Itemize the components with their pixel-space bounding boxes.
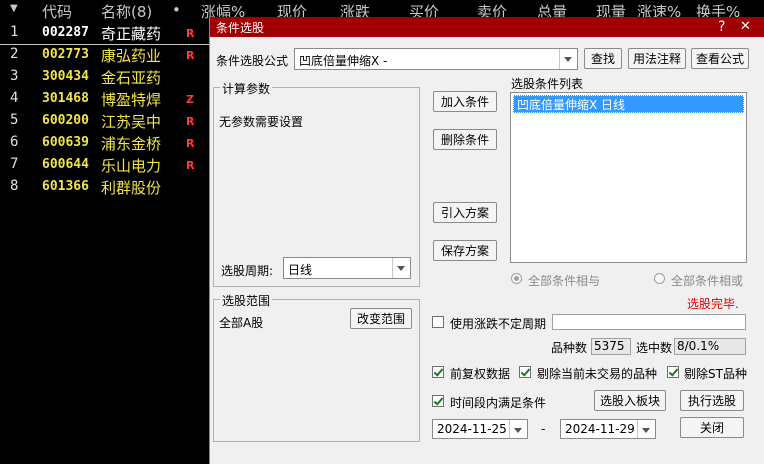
delete-condition-button[interactable]: 删除条件 — [433, 129, 497, 150]
range-group-title: 选股范围 — [220, 292, 273, 309]
view-formula-button[interactable]: 查看公式 — [691, 48, 749, 69]
variety-count-label: 品种数 — [551, 341, 588, 355]
period-select[interactable]: 日线 — [283, 257, 411, 279]
dialog-title-bar[interactable]: 条件选股 ? ✕ — [210, 17, 764, 37]
table-row[interactable]: 7 600644 乐山电力 R — [0, 154, 210, 176]
table-row[interactable]: 2 002773 康弘药业 R — [0, 44, 210, 66]
search-button[interactable]: 查找 — [584, 48, 622, 69]
execute-button[interactable]: 执行选股 — [680, 390, 744, 411]
help-icon[interactable]: ? — [718, 18, 725, 36]
chevron-down-icon[interactable] — [559, 49, 577, 69]
exclude-st-label: 剔除ST品种 — [684, 367, 747, 381]
adjusted-data-label: 前复权数据 — [450, 367, 511, 381]
formula-label: 条件选股公式 — [216, 54, 289, 68]
date-separator: - — [541, 422, 546, 436]
flag-badge: R — [186, 49, 195, 62]
flag-badge: R — [186, 27, 195, 40]
condition-stock-picker-dialog: 条件选股 ? ✕ 条件选股公式 凹底倍量伸缩X - 查找 用法注释 查看公式 计… — [210, 17, 764, 464]
uncertain-period-label: 使用涨跌不定周期 — [450, 317, 547, 331]
exclude-untraded-label: 剔除当前未交易的品种 — [537, 367, 658, 381]
radio-and-label: 全部条件相与 — [528, 274, 601, 288]
radio-or-label: 全部条件相或 — [671, 274, 744, 288]
col-name[interactable]: 名称(8) — [101, 1, 152, 22]
uncertain-period-field[interactable] — [552, 314, 746, 330]
table-row[interactable]: 8 601366 利群股份 — [0, 176, 210, 198]
import-plan-button[interactable]: 引入方案 — [433, 202, 497, 223]
table-row[interactable]: 4 301468 博盈特焊 Z — [0, 88, 210, 110]
conditions-list-label: 选股条件列表 — [511, 77, 584, 91]
dialog-title: 条件选股 — [216, 21, 265, 35]
conditions-list[interactable]: 凹底倍量伸缩X 日线 — [510, 92, 747, 263]
table-row[interactable]: 6 600639 浦东金桥 R — [0, 132, 210, 154]
table-row[interactable]: 5 600200 江苏吴中 R — [0, 110, 210, 132]
flag-badge: R — [186, 115, 195, 128]
list-item[interactable]: 凹底倍量伸缩X 日线 — [513, 95, 744, 113]
save-plan-button[interactable]: 保存方案 — [433, 240, 497, 261]
table-row[interactable]: 3 300434 金石亚药 — [0, 66, 210, 88]
close-button[interactable]: 关闭 — [680, 417, 744, 438]
selected-count-label: 选中数 — [636, 341, 673, 355]
radio-and[interactable] — [511, 273, 522, 284]
params-group-title: 计算参数 — [220, 80, 273, 97]
formula-select[interactable]: 凹底倍量伸缩X - — [294, 48, 578, 70]
variety-count: 5375 — [591, 338, 631, 355]
menu-triangle-icon[interactable]: ▼ — [10, 3, 18, 14]
change-range-button[interactable]: 改变范围 — [350, 308, 412, 329]
range-value: 全部A股 — [219, 316, 264, 330]
usage-note-button[interactable]: 用法注释 — [628, 48, 686, 69]
flag-badge: Z — [186, 93, 194, 106]
flag-badge: R — [186, 159, 195, 172]
col-dot[interactable]: • — [172, 1, 181, 19]
range-group: 选股范围 全部A股 改变范围 — [213, 292, 420, 442]
params-group: 计算参数 无参数需要设置 选股周期: 日线 — [213, 80, 420, 287]
selected-count: 8/0.1% — [674, 338, 746, 355]
date-to-picker[interactable]: 2024-11-29 — [560, 419, 656, 439]
adjusted-data-checkbox[interactable] — [432, 366, 444, 378]
col-code[interactable]: 代码 — [42, 1, 72, 22]
exclude-untraded-checkbox[interactable] — [519, 366, 531, 378]
add-condition-button[interactable]: 加入条件 — [433, 91, 497, 112]
chevron-down-icon[interactable] — [392, 258, 410, 278]
params-message: 无参数需要设置 — [219, 115, 304, 129]
status-text: 选股完毕. — [687, 297, 739, 311]
uncertain-period-checkbox[interactable] — [432, 316, 444, 328]
period-label: 选股周期: — [221, 264, 274, 278]
radio-or[interactable] — [654, 273, 665, 284]
date-from-picker[interactable]: 2024-11-25 — [432, 419, 528, 439]
flag-badge: R — [186, 137, 195, 150]
exclude-st-checkbox[interactable] — [667, 366, 679, 378]
chevron-down-icon[interactable] — [509, 420, 527, 438]
chevron-down-icon[interactable] — [637, 420, 655, 438]
time-range-checkbox[interactable] — [432, 395, 444, 407]
time-range-label: 时间段内满足条件 — [450, 396, 547, 410]
to-block-button[interactable]: 选股入板块 — [594, 390, 666, 411]
table-row[interactable]: 1 002287 奇正藏药 R — [0, 22, 210, 45]
close-icon[interactable]: ✕ — [740, 18, 751, 36]
